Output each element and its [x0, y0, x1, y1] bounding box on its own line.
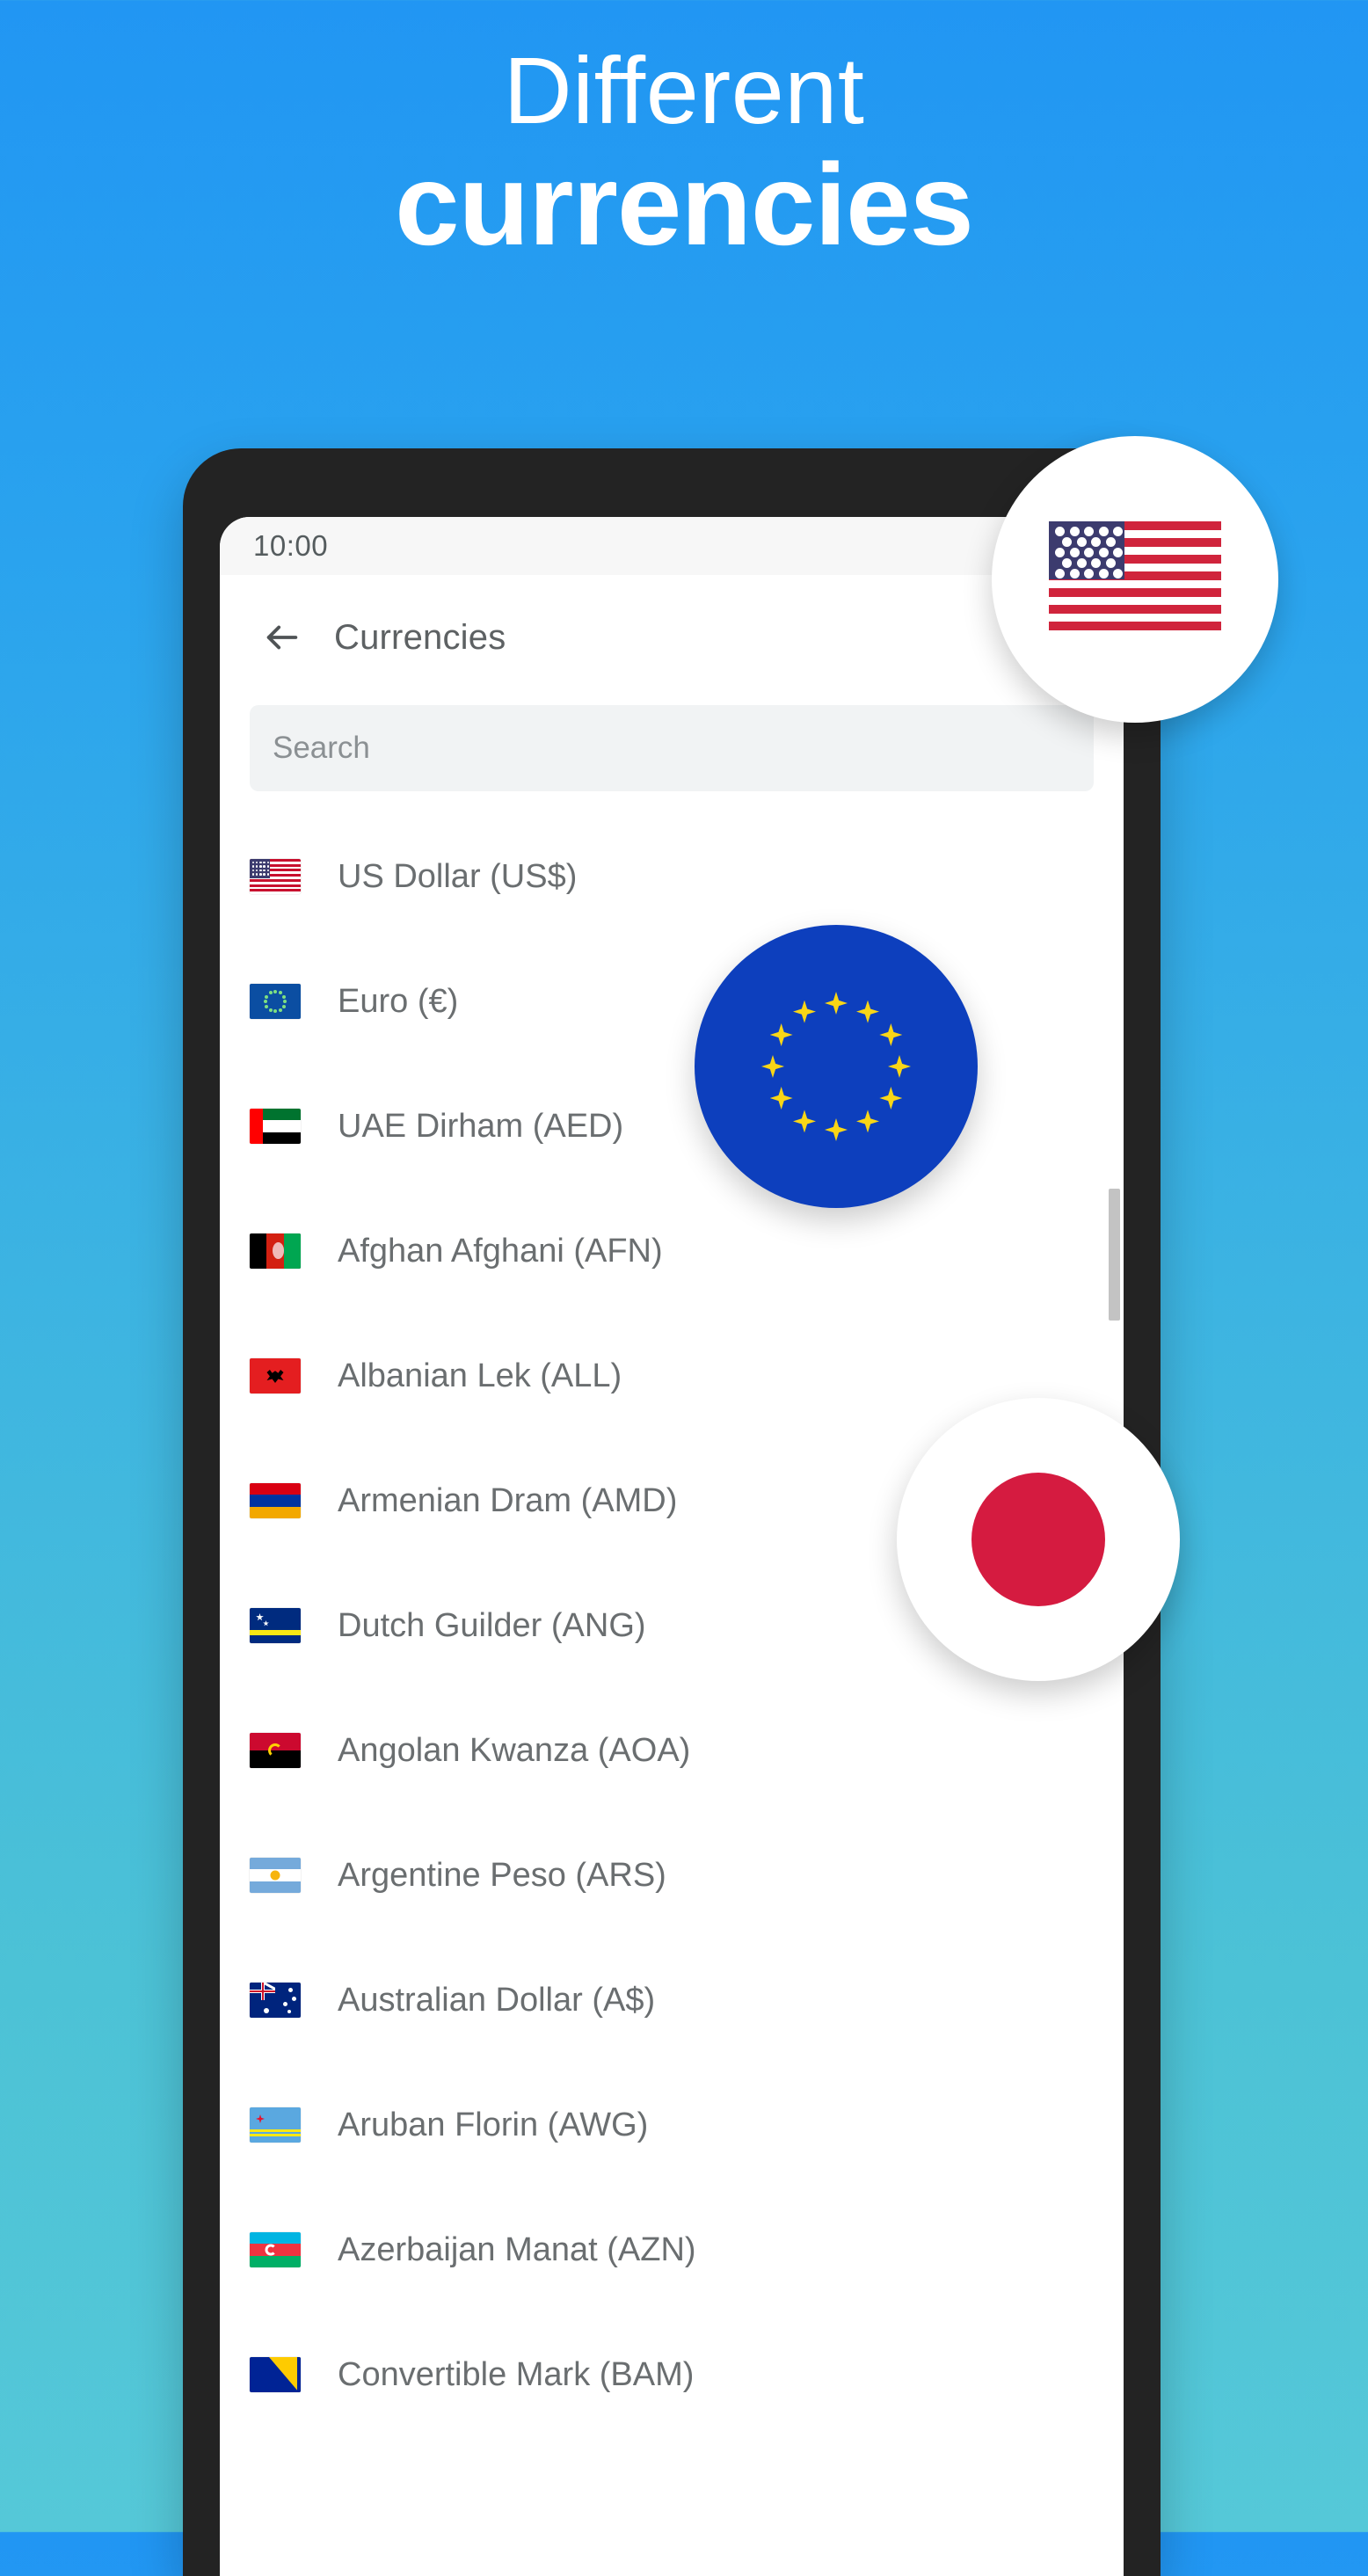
list-item-label: Convertible Mark (BAM) [338, 2355, 695, 2393]
list-item-label: Angolan Kwanza (AOA) [338, 1731, 691, 1769]
status-clock: 10:00 [253, 529, 329, 562]
list-item-label: US Dollar (US$) [338, 857, 578, 895]
list-item[interactable]: US Dollar (US$) [220, 814, 1124, 939]
list-item-label: Aruban Florin (AWG) [338, 2106, 649, 2143]
list-item[interactable]: Afghan Afghani (AFN) [220, 1189, 1124, 1313]
list-item[interactable]: Aruban Florin (AWG) [220, 2063, 1124, 2187]
search-input[interactable]: Search [250, 705, 1094, 791]
flag-icon-ba [250, 2357, 301, 2392]
list-item[interactable]: Azerbaijan Manat (AZN) [220, 2187, 1124, 2312]
list-item-label: Argentine Peso (ARS) [338, 1856, 666, 1894]
flag-icon-az [250, 2232, 301, 2267]
list-item[interactable]: Angolan Kwanza (AOA) [220, 1688, 1124, 1813]
list-item[interactable]: Convertible Mark (BAM) [220, 2312, 1124, 2437]
flag-icon-af [250, 1233, 301, 1269]
list-item[interactable]: Australian Dollar (A$) [220, 1938, 1124, 2063]
flag-icon-eu [250, 984, 301, 1019]
eu-flag-badge [695, 925, 978, 1208]
flag-icon-au [250, 1983, 301, 2018]
list-item-label: Albanian Lek (ALL) [338, 1357, 622, 1394]
flag-icon-am [250, 1483, 301, 1518]
hero-headline: Different currencies [0, 0, 1368, 266]
headline-line-1: Different [503, 37, 865, 143]
flag-icon-cw [250, 1608, 301, 1643]
flag-icon-aw [250, 2107, 301, 2143]
search-area: Search [220, 700, 1124, 791]
headline-line-2: currencies [395, 140, 974, 270]
flag-icon-ao [250, 1733, 301, 1768]
list-item-label: Azerbaijan Manat (AZN) [338, 2230, 696, 2268]
list-item-label: Afghan Afghani (AFN) [338, 1232, 663, 1270]
japan-sun-disc [971, 1473, 1105, 1606]
back-arrow-icon[interactable] [250, 605, 315, 670]
page-title: Currencies [334, 617, 506, 657]
status-bar: 10:00 [220, 517, 1124, 575]
list-item-label: Australian Dollar (A$) [338, 1981, 656, 2019]
search-placeholder: Search [273, 731, 370, 765]
flag-icon-al [250, 1358, 301, 1394]
flag-icon-ar [250, 1858, 301, 1893]
list-item-label: Dutch Guilder (ANG) [338, 1606, 646, 1644]
list-item[interactable]: Argentine Peso (ARS) [220, 1813, 1124, 1938]
list-item[interactable]: Euro (€) [220, 939, 1124, 1064]
list-item-label: Euro (€) [338, 982, 459, 1020]
us-flag-icon [1049, 521, 1221, 637]
us-flag-badge [992, 436, 1278, 723]
list-item[interactable]: UAE Dirham (AED) [220, 1064, 1124, 1189]
japan-flag-badge [897, 1398, 1180, 1681]
flag-icon-us [250, 859, 301, 894]
list-item-label: Armenian Dram (AMD) [338, 1481, 678, 1519]
flag-icon-ae [250, 1109, 301, 1144]
scrollbar-thumb[interactable] [1109, 1189, 1120, 1321]
list-item-label: UAE Dirham (AED) [338, 1107, 624, 1145]
app-bar: Currencies [220, 575, 1124, 700]
